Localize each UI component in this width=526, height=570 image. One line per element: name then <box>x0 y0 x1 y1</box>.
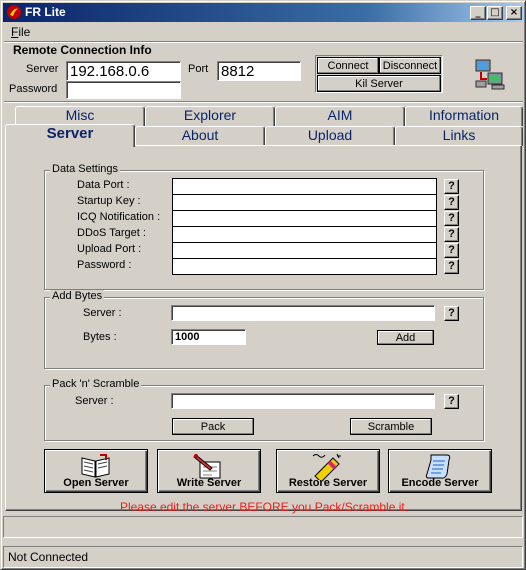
maximize-button[interactable]: □ <box>487 6 503 20</box>
tab-explorer[interactable]: Explorer <box>145 106 275 126</box>
restore-server-label: Restore Server <box>288 477 368 489</box>
tab-server[interactable]: Server <box>5 124 135 147</box>
scramble-button[interactable]: Scramble <box>350 418 432 435</box>
tab-links[interactable]: Links <box>395 126 523 146</box>
pack-server-input[interactable] <box>171 393 435 409</box>
open-server-button[interactable]: Open Server <box>44 449 148 493</box>
server-label: Server <box>26 63 59 75</box>
close-button[interactable]: × <box>506 6 522 20</box>
startup-key-label: Startup Key : <box>77 195 141 207</box>
open-book-icon <box>81 454 110 478</box>
server-ip-input[interactable] <box>66 61 181 81</box>
tab-information[interactable]: Information <box>405 106 523 126</box>
password-input[interactable] <box>66 81 181 99</box>
add-bytes-title: Add Bytes <box>50 290 105 302</box>
connection-separator <box>4 101 523 103</box>
upload-port-help-button[interactable]: ? <box>444 243 459 258</box>
disconnect-button[interactable]: Disconnect <box>379 57 441 74</box>
connection-group-title: Remote Connection Info <box>13 43 152 57</box>
bytes-label: Bytes : <box>83 331 117 343</box>
network-computers-icon <box>475 59 505 90</box>
minimize-button[interactable]: _ <box>470 6 486 20</box>
tab-misc[interactable]: Misc <box>15 106 145 126</box>
port-input[interactable] <box>217 61 301 81</box>
write-pencil-icon <box>193 454 221 479</box>
encode-server-label: Encode Server <box>401 477 479 489</box>
data-settings-title: Data Settings <box>50 163 121 175</box>
tab-about[interactable]: About <box>135 126 265 146</box>
server-password-label: Password : <box>77 259 132 271</box>
write-server-label: Write Server <box>176 477 242 489</box>
menu-bar: File <box>3 23 523 41</box>
pack-scramble-title: Pack 'n' Scramble <box>50 378 142 390</box>
tab-upload[interactable]: Upload <box>265 126 395 146</box>
eraser-wand-icon <box>312 453 341 480</box>
icq-notification-label: ICQ Notification : <box>77 211 161 223</box>
menu-file-label: ile <box>18 25 31 39</box>
open-server-label: Open Server <box>63 477 129 489</box>
ddos-target-help-button[interactable]: ? <box>444 227 459 242</box>
icq-notification-help-button[interactable]: ? <box>444 211 459 226</box>
pack-button[interactable]: Pack <box>172 418 254 435</box>
connect-button[interactable]: Connect <box>317 57 379 74</box>
password-label: Password <box>9 83 58 95</box>
icq-notification-input[interactable] <box>172 210 437 227</box>
app-logo-icon <box>7 5 21 19</box>
startup-key-help-button[interactable]: ? <box>444 195 459 210</box>
connection-status-text: Not Connected <box>8 550 89 564</box>
ddos-target-label: DDoS Target : <box>77 227 146 239</box>
pack-warning-text: Please edit the server BEFORE you Pack/S… <box>119 500 409 514</box>
server-password-help-button[interactable]: ? <box>444 259 459 274</box>
encode-server-button[interactable]: Encode Server <box>388 449 492 493</box>
startup-key-input[interactable] <box>172 194 437 211</box>
upload-port-input[interactable] <box>172 242 437 259</box>
title-bar[interactable]: FR Lite _ □ × <box>3 3 523 22</box>
data-port-help-button[interactable]: ? <box>444 179 459 194</box>
window-title: FR Lite <box>25 5 66 19</box>
kill-server-button[interactable]: Kil Server <box>317 75 441 92</box>
pack-help-button[interactable]: ? <box>444 394 459 409</box>
server-password-input[interactable] <box>172 258 437 275</box>
add-bytes-help-button[interactable]: ? <box>444 306 459 321</box>
add-bytes-button[interactable]: Add <box>377 330 434 345</box>
add-bytes-server-label: Server : <box>83 307 122 319</box>
upload-port-label: Upload Port : <box>77 243 142 255</box>
write-server-button[interactable]: Write Server <box>157 449 261 493</box>
pack-server-label: Server : <box>75 395 114 407</box>
app-window: FR Lite _ □ × File Remote Connection Inf… <box>0 0 526 570</box>
tab-aim[interactable]: AIM <box>275 106 405 126</box>
bytes-input[interactable] <box>171 329 246 345</box>
add-bytes-server-input[interactable] <box>171 305 435 321</box>
ddos-target-input[interactable] <box>172 226 437 243</box>
port-label: Port <box>188 63 209 75</box>
status-bar-bottom: Not Connected <box>3 546 523 568</box>
data-port-input[interactable] <box>172 178 437 195</box>
restore-server-button[interactable]: Restore Server <box>276 449 380 493</box>
menu-file[interactable]: File <box>11 25 30 39</box>
scroll-icon <box>425 454 451 479</box>
status-bar-top <box>3 516 523 538</box>
data-port-label: Data Port : <box>77 179 130 191</box>
